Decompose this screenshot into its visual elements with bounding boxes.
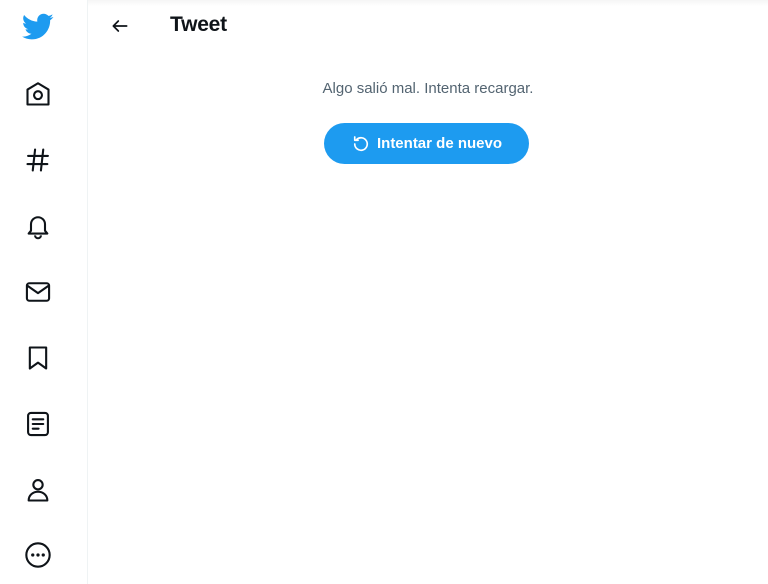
app-window: Tweet Algo salió mal. Intenta recargar. …: [0, 0, 768, 584]
main-column: Tweet Algo salió mal. Intenta recargar. …: [88, 0, 768, 584]
bird-icon: [22, 13, 54, 40]
sidebar-item-profile[interactable]: [20, 472, 56, 508]
bookmark-icon: [28, 346, 48, 370]
list-icon: [27, 411, 49, 437]
arrow-left-icon: [112, 20, 128, 32]
home-icon: [26, 82, 50, 106]
hashtag-icon: [26, 148, 49, 172]
twitter-logo[interactable]: [20, 9, 56, 45]
sidebar-item-notifications[interactable]: [20, 208, 56, 244]
sidebar: [0, 0, 88, 584]
envelope-icon: [25, 282, 51, 302]
sidebar-item-more[interactable]: [20, 537, 56, 573]
bell-icon: [27, 216, 49, 240]
sidebar-item-home[interactable]: [20, 76, 56, 112]
sidebar-item-explore[interactable]: [20, 142, 56, 178]
retry-button[interactable]: Intentar de nuevo: [324, 123, 529, 164]
page-title: Tweet: [170, 13, 227, 36]
retry-button-label: Intentar de nuevo: [376, 135, 503, 152]
sidebar-item-lists[interactable]: [20, 406, 56, 442]
more-icon: [25, 542, 51, 568]
sidebar-item-messages[interactable]: [20, 274, 56, 310]
page-header: Tweet: [88, 0, 768, 52]
person-icon: [27, 479, 49, 502]
error-message: Algo salió mal. Intenta recargar.: [322, 80, 534, 97]
refresh-icon: [353, 135, 369, 151]
sidebar-item-bookmarks[interactable]: [20, 340, 56, 376]
back-button[interactable]: [104, 10, 136, 42]
